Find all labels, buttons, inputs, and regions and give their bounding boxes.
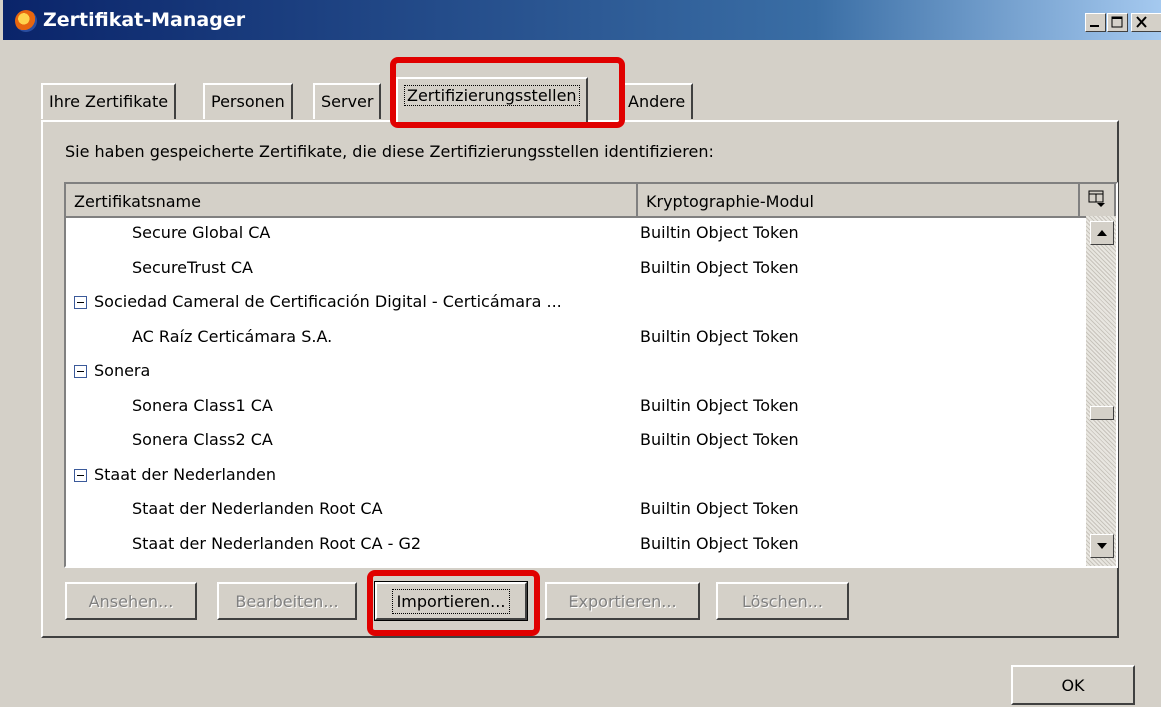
firefox-icon — [15, 10, 37, 32]
tree-group-row[interactable]: Sonera — [66, 355, 1076, 389]
certificate-name: Sonera — [94, 361, 151, 380]
tab-your-certificates[interactable]: Ihre Zertifikate — [41, 83, 177, 119]
intro-text: Sie haben gespeicherte Zertifikate, die … — [65, 142, 714, 161]
tab-label: Andere — [628, 92, 686, 111]
column-picker-icon — [1088, 190, 1105, 207]
maximize-icon — [1111, 16, 1123, 28]
edit-button[interactable]: Bearbeiten... — [217, 582, 357, 620]
certificate-tree[interactable]: Zertifikatsname Kryptographie-Modul Secu… — [64, 182, 1118, 568]
scroll-down-button[interactable] — [1090, 534, 1114, 558]
view-button[interactable]: Ansehen... — [65, 582, 197, 620]
vertical-scrollbar[interactable] — [1086, 216, 1116, 566]
import-button-label: Importieren... — [391, 588, 511, 614]
crypto-module: Builtin Object Token — [640, 326, 799, 346]
title-bar[interactable]: Zertifikat-Manager — [3, 0, 1161, 40]
certificate-name: Staat der Nederlanden Root CA — [132, 499, 383, 518]
crypto-module: Builtin Object Token — [640, 223, 799, 242]
certificate-manager-window: Zertifikat-Manager Ihre Zertifikate Pers… — [0, 0, 1161, 707]
tab-label: Ihre Zertifikate — [49, 92, 169, 111]
tab-others[interactable]: Andere — [620, 83, 694, 119]
column-picker-button[interactable] — [1080, 184, 1116, 218]
collapse-toggle-icon[interactable] — [74, 296, 87, 309]
tree-row[interactable]: Staat der Nederlanden Root CA - G2 Builti… — [66, 528, 1076, 562]
tab-people[interactable]: Personen — [203, 83, 293, 119]
crypto-module: Builtin Object Token — [640, 395, 799, 415]
tab-servers[interactable]: Server — [313, 83, 382, 119]
tree-group-row[interactable]: Sociedad Cameral de Certificación Digita… — [66, 286, 1076, 320]
tree-row[interactable]: Secure Global CA Builtin Object Token — [66, 217, 1076, 251]
collapse-toggle-icon[interactable] — [74, 365, 87, 378]
crypto-module: Builtin Object Token — [640, 499, 799, 518]
tree-row[interactable]: Sonera Class1 CA Builtin Object Token — [66, 390, 1076, 424]
delete-button[interactable]: Löschen... — [716, 582, 849, 620]
close-icon — [1136, 16, 1147, 28]
ok-button[interactable]: OK — [1011, 665, 1135, 705]
tab-label: Personen — [211, 92, 285, 111]
tree-row[interactable]: SecureTrust CA Builtin Object Token — [66, 252, 1076, 286]
tab-label: Server — [321, 92, 374, 111]
column-header-crypto-module[interactable]: Kryptographie-Modul — [638, 184, 1080, 218]
column-header-certificate-name[interactable]: Zertifikatsname — [66, 184, 638, 218]
crypto-module: Builtin Object Token — [640, 533, 799, 553]
certificate-name: Sonera Class1 CA — [132, 395, 273, 415]
scroll-up-button[interactable] — [1090, 221, 1114, 245]
crypto-module: Builtin Object Token — [640, 430, 799, 449]
scroll-thumb[interactable] — [1090, 406, 1114, 420]
tree-row[interactable]: Staat der Nederlanden Root CA Builtin Obj… — [66, 493, 1076, 527]
tab-authorities[interactable]: Zertifizierungsstellen — [396, 77, 588, 122]
certificate-name: Secure Global CA — [132, 223, 271, 242]
minimize-icon — [1090, 25, 1099, 27]
certificate-name: AC Raíz Certicámara S.A. — [132, 326, 333, 346]
tree-row[interactable]: AC Raíz Certicámara S.A. Builtin Object T… — [66, 321, 1076, 355]
minimize-button[interactable] — [1085, 13, 1106, 32]
export-button[interactable]: Exportieren... — [545, 582, 700, 620]
tab-label: Zertifizierungsstellen — [404, 85, 580, 106]
certificate-name: SecureTrust CA — [132, 257, 253, 277]
tree-row[interactable]: Sonera Class2 CA Builtin Object Token — [66, 424, 1076, 458]
collapse-toggle-icon[interactable] — [74, 468, 87, 482]
certificate-name: Staat der Nederlanden Root CA - G2 — [132, 533, 422, 553]
close-button[interactable] — [1131, 13, 1161, 32]
certificate-name: Sonera Class2 CA — [132, 430, 273, 449]
import-button[interactable]: Importieren... — [374, 581, 528, 621]
tree-group-row[interactable]: Staat der Nederlanden — [66, 459, 1076, 493]
crypto-module: Builtin Object Token — [640, 257, 799, 277]
window-title: Zertifikat-Manager — [43, 9, 246, 31]
arrow-down-icon — [1097, 543, 1107, 549]
certificate-name: Staat der Nederlanden — [94, 464, 276, 484]
maximize-button[interactable] — [1107, 13, 1128, 32]
certificate-name: Sociedad Cameral de Certificación Digita… — [94, 292, 562, 311]
arrow-up-icon — [1097, 230, 1107, 236]
